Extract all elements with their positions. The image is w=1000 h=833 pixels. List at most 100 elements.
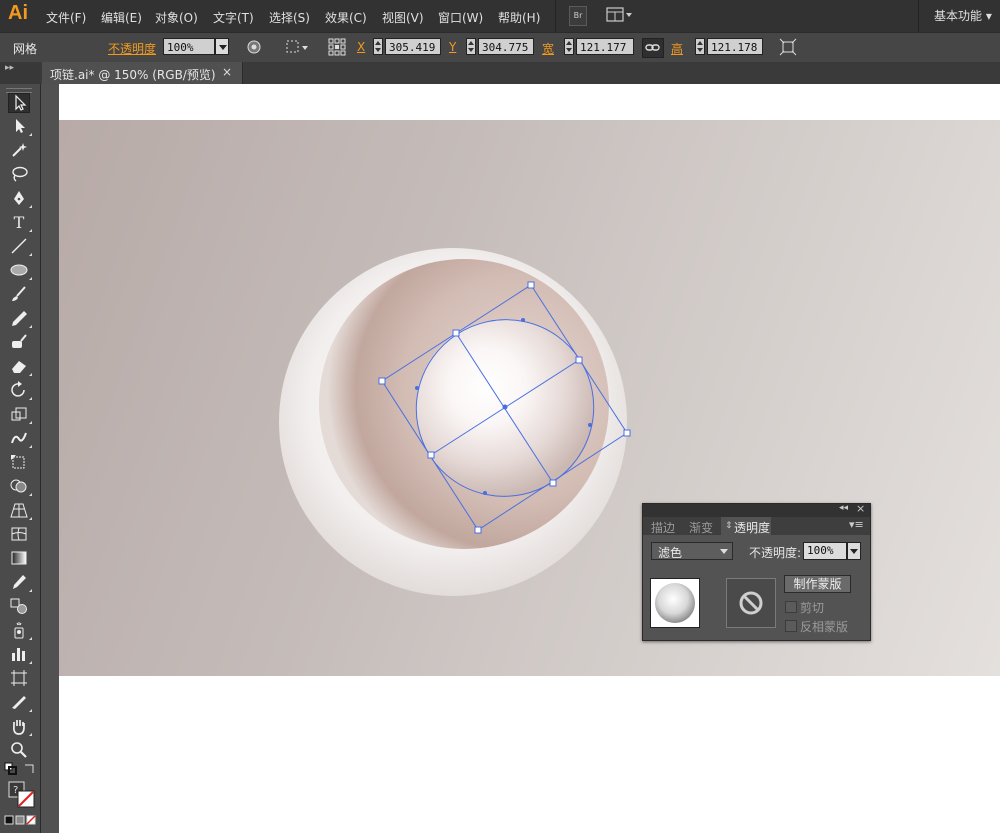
artboard[interactable] (59, 84, 1000, 833)
blob-brush-icon[interactable] (8, 333, 30, 353)
menu-type[interactable]: 文字(T) (213, 9, 254, 26)
object-thumbnail[interactable] (650, 578, 700, 628)
toolbar-header: ▸▸ (0, 62, 40, 84)
paintbrush-icon[interactable] (8, 285, 30, 305)
fill-stroke-swatch[interactable]: ? (8, 781, 36, 809)
transparency-panel: ◂◂ × 描边 渐变 ⇕ 透明度 ▾≡ 滤色 不透明度: 100% 制作蒙版 剪… (642, 502, 871, 641)
selection-type-label: 网格 (13, 42, 38, 56)
menu-edit[interactable]: 编辑(E) (101, 9, 142, 26)
invert-mask-checkbox[interactable] (785, 620, 797, 632)
magic-wand-icon[interactable] (8, 141, 30, 161)
direct-selection-tool-icon[interactable] (8, 117, 32, 137)
close-tab-icon[interactable]: × (222, 65, 232, 79)
panel-opacity-input[interactable]: 100% (803, 542, 847, 560)
opacity-label[interactable]: 不透明度 (108, 40, 156, 57)
y-stepper[interactable] (466, 38, 476, 55)
menu-window[interactable]: 窗口(W) (438, 9, 483, 26)
pencil-icon[interactable] (8, 309, 32, 329)
menu-view[interactable]: 视图(V) (382, 9, 424, 26)
blend-mode-select[interactable]: 滤色 (651, 542, 733, 560)
perspective-grid-icon[interactable] (8, 501, 32, 521)
chevron-down-icon (720, 549, 728, 554)
column-graph-icon[interactable] (8, 645, 32, 665)
height-input[interactable]: 121.178 (707, 38, 763, 55)
constrain-proportions-icon[interactable] (642, 38, 664, 58)
selection-tool-icon[interactable] (8, 93, 30, 113)
scale-icon[interactable] (8, 405, 32, 425)
blend-mode-value: 滤色 (658, 546, 683, 560)
opacity-input[interactable]: 100% (163, 38, 215, 55)
arrange-documents-button[interactable] (605, 6, 633, 24)
type-icon[interactable]: T (8, 213, 32, 233)
collapse-toolbar-icon[interactable]: ▸▸ (5, 63, 14, 73)
tab-transparency[interactable]: 透明度 (734, 519, 770, 536)
x-stepper[interactable] (373, 38, 383, 55)
swap-fill-stroke-icon[interactable] (22, 762, 36, 776)
document-tab[interactable]: 项链.ai* @ 150% (RGB/预览) × (42, 62, 243, 84)
align-to-selection-icon[interactable] (285, 38, 308, 56)
default-fill-stroke-icon[interactable] (4, 762, 18, 776)
control-bar: 网格 不透明度 100% X 305.419 Y 304.775 宽 121.1… (0, 32, 1000, 63)
bridge-button[interactable]: Br (569, 6, 587, 26)
menu-file[interactable]: 文件(F) (46, 9, 86, 26)
eraser-icon[interactable] (8, 357, 32, 377)
invert-mask-label: 反相蒙版 (800, 620, 849, 634)
height-label: 高 (671, 42, 684, 56)
line-icon[interactable] (8, 237, 32, 257)
warp-icon[interactable] (8, 429, 32, 449)
gradient-icon[interactable] (8, 549, 30, 569)
panel-titlebar[interactable]: ◂◂ × (643, 502, 870, 517)
panel-opacity-label: 不透明度: (749, 546, 802, 560)
hand-icon[interactable] (8, 717, 32, 737)
x-label: X (357, 40, 366, 54)
menubar-separator (555, 0, 556, 32)
panel-collapse-icon[interactable]: ◂◂ (839, 503, 848, 513)
height-stepper[interactable] (695, 38, 705, 55)
thumbnail-sphere (655, 583, 695, 623)
ellipse-icon[interactable] (8, 261, 32, 281)
menu-effect[interactable]: 效果(C) (325, 9, 367, 26)
panel-tabs: 描边 渐变 ⇕ 透明度 ▾≡ (643, 517, 870, 535)
blend-icon[interactable] (8, 597, 30, 617)
workspace-switcher[interactable]: 基本功能 ▾ (934, 7, 992, 24)
arrange-documents-icon (606, 7, 632, 22)
tools-panel: T ? (0, 84, 41, 833)
menu-object[interactable]: 对象(O) (155, 9, 198, 26)
rotate-icon[interactable] (8, 381, 32, 401)
tab-gradient[interactable]: 渐变 (689, 519, 713, 536)
pen-icon[interactable] (8, 189, 32, 209)
zoom-icon[interactable] (8, 741, 30, 761)
panel-opacity-dropdown[interactable] (847, 542, 861, 560)
recolor-artwork-icon[interactable] (245, 38, 263, 56)
artwork-layer[interactable] (59, 84, 1000, 833)
symbol-sprayer-icon[interactable] (8, 621, 32, 641)
x-input[interactable]: 305.419 (385, 38, 441, 55)
mesh-icon[interactable] (8, 525, 30, 545)
menu-help[interactable]: 帮助(H) (498, 9, 540, 26)
menubar: Ai 文件(F) 编辑(E) 对象(O) 文字(T) 选择(S) 效果(C) 视… (0, 0, 1000, 32)
app-logo: Ai (8, 2, 28, 24)
reference-point-icon[interactable] (328, 38, 346, 56)
color-mode-icons[interactable] (4, 812, 36, 825)
shape-builder-icon[interactable] (8, 477, 32, 497)
width-input[interactable]: 121.177 (576, 38, 634, 55)
free-transform-icon[interactable] (8, 453, 30, 473)
make-mask-button[interactable]: 制作蒙版 (784, 575, 851, 593)
panel-close-icon[interactable]: × (856, 502, 865, 515)
lasso-icon[interactable] (8, 165, 30, 185)
menu-select[interactable]: 选择(S) (269, 9, 310, 26)
opacity-dropdown-button[interactable] (215, 38, 229, 55)
no-mask-icon (739, 591, 763, 615)
tab-toggle-icon: ⇕ (725, 521, 733, 531)
transform-options-icon[interactable] (779, 38, 797, 56)
canvas-area[interactable] (41, 84, 1000, 833)
clip-checkbox[interactable] (785, 601, 797, 613)
slice-icon[interactable] (8, 693, 32, 713)
tab-stroke[interactable]: 描边 (651, 519, 675, 536)
y-input[interactable]: 304.775 (478, 38, 534, 55)
eyedropper-icon[interactable] (8, 573, 32, 593)
panel-menu-icon[interactable]: ▾≡ (849, 518, 864, 531)
mask-thumbnail[interactable] (726, 578, 776, 628)
artboard-icon[interactable] (8, 669, 30, 689)
width-stepper[interactable] (564, 38, 574, 55)
